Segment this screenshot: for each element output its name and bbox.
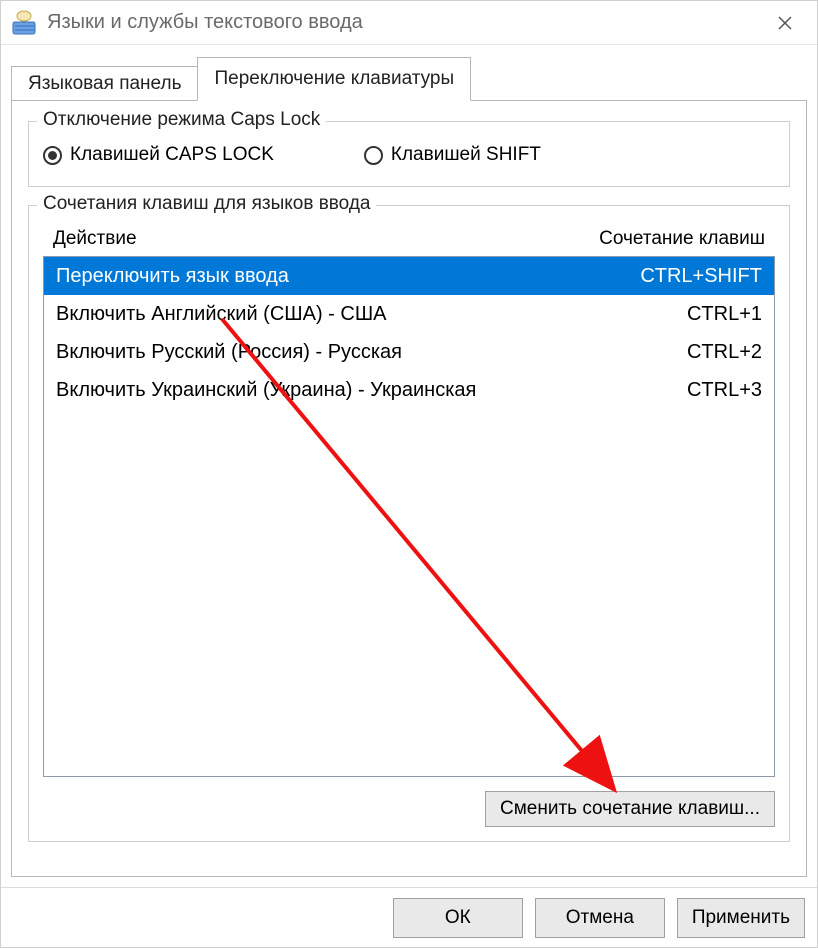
group-title: Отключение режима Caps Lock bbox=[37, 109, 326, 131]
list-row[interactable]: Включить Английский (США) - США CTRL+1 bbox=[44, 295, 774, 333]
cell-shortcut: CTRL+SHIFT bbox=[602, 261, 762, 291]
cell-shortcut: CTRL+2 bbox=[602, 337, 762, 367]
cell-action: Включить Украинский (Украина) - Украинск… bbox=[56, 375, 602, 405]
list-row[interactable]: Переключить язык ввода CTRL+SHIFT bbox=[44, 257, 774, 295]
list-row[interactable]: Включить Украинский (Украина) - Украинск… bbox=[44, 371, 774, 409]
radio-label: Клавишей SHIFT bbox=[391, 144, 541, 166]
tab-keyboard-switch[interactable]: Переключение клавиатуры bbox=[197, 57, 471, 101]
dialog-button-bar: ОК Отмена Применить bbox=[1, 887, 817, 947]
keyboard-icon bbox=[11, 10, 37, 36]
radio-dot-icon bbox=[364, 146, 383, 165]
tab-page: Отключение режима Caps Lock Клавишей CAP… bbox=[11, 101, 807, 877]
change-button-row: Сменить сочетание клавиш... bbox=[43, 777, 775, 827]
hotkeys-group: Сочетания клавиш для языков ввода Действ… bbox=[28, 205, 790, 842]
content-area: Языковая панель Переключение клавиатуры … bbox=[1, 45, 817, 887]
cell-shortcut: CTRL+3 bbox=[602, 375, 762, 405]
radio-shift-key[interactable]: Клавишей SHIFT bbox=[364, 144, 541, 166]
list-headers: Действие Сочетание клавиш bbox=[43, 222, 775, 256]
titlebar: Языки и службы текстового ввода bbox=[1, 1, 817, 45]
tab-language-bar[interactable]: Языковая панель bbox=[11, 66, 198, 101]
header-shortcut: Сочетание клавиш bbox=[545, 228, 765, 250]
radio-dot-icon bbox=[43, 146, 62, 165]
group-title: Сочетания клавиш для языков ввода bbox=[37, 193, 376, 215]
tab-label: Переключение клавиатуры bbox=[214, 68, 454, 89]
cell-action: Включить Английский (США) - США bbox=[56, 299, 602, 329]
hotkey-list[interactable]: Переключить язык ввода CTRL+SHIFT Включи… bbox=[43, 256, 775, 777]
radio-capslock-key[interactable]: Клавишей CAPS LOCK bbox=[43, 144, 274, 166]
apply-button[interactable]: Применить bbox=[677, 898, 805, 938]
ok-button[interactable]: ОК bbox=[393, 898, 523, 938]
header-action: Действие bbox=[53, 228, 545, 250]
radio-row: Клавишей CAPS LOCK Клавишей SHIFT bbox=[43, 138, 775, 172]
close-button[interactable] bbox=[763, 1, 807, 45]
dialog-window: Языки и службы текстового ввода Языковая… bbox=[0, 0, 818, 948]
change-hotkey-button[interactable]: Сменить сочетание клавиш... bbox=[485, 791, 775, 827]
window-title: Языки и службы текстового ввода bbox=[47, 11, 763, 34]
radio-label: Клавишей CAPS LOCK bbox=[70, 144, 274, 166]
list-row[interactable]: Включить Русский (Россия) - Русская CTRL… bbox=[44, 333, 774, 371]
tab-label: Языковая панель bbox=[28, 73, 181, 94]
cancel-button[interactable]: Отмена bbox=[535, 898, 665, 938]
cell-action: Переключить язык ввода bbox=[56, 261, 602, 291]
cell-action: Включить Русский (Россия) - Русская bbox=[56, 337, 602, 367]
tab-strip: Языковая панель Переключение клавиатуры bbox=[11, 59, 807, 101]
capslock-group: Отключение режима Caps Lock Клавишей CAP… bbox=[28, 121, 790, 187]
cell-shortcut: CTRL+1 bbox=[602, 299, 762, 329]
